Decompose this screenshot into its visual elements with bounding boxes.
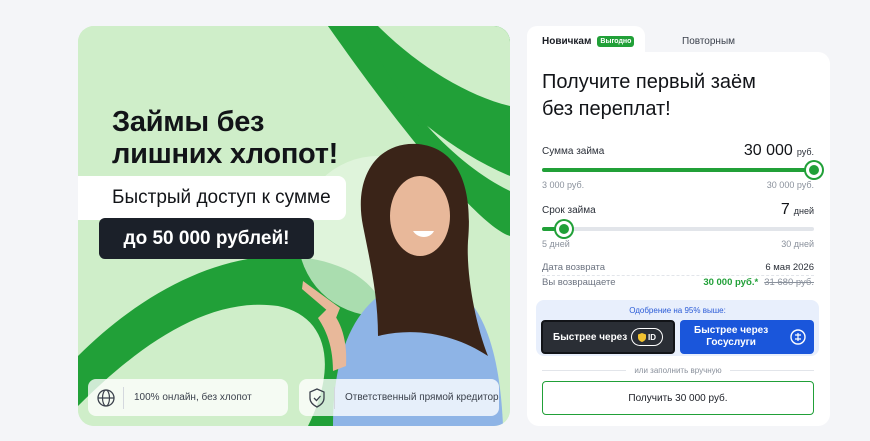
- form-title: Получите первый заём без переплат!: [542, 71, 756, 120]
- feature-online-text: 100% онлайн, без хлопот: [134, 392, 252, 403]
- tab-newcomers-label: Новичкам: [542, 35, 592, 47]
- submit-button[interactable]: Получить 30 000 руб.: [542, 381, 814, 415]
- id-badge: ID: [631, 328, 663, 346]
- feature-creditor-text: Ответственный прямой кредитор: [345, 392, 499, 403]
- return-date-row: Дата возврата 6 мая 2026: [542, 262, 814, 273]
- term-value: 7 дней: [780, 201, 814, 218]
- gosuslugi-caption: Одобрение на 95% выше:: [629, 306, 726, 315]
- id-login-button[interactable]: Быстрее через ID: [541, 320, 675, 354]
- amount-slider-handle[interactable]: [806, 162, 822, 178]
- repay-row: Вы возвращаете 30 000 руб.* 31 680 руб.: [542, 277, 814, 288]
- banner-headline: Займы без лишних хлопот!: [112, 106, 339, 170]
- return-date-label: Дата возврата: [542, 262, 606, 273]
- repay-values: 30 000 руб.* 31 680 руб.: [703, 277, 814, 288]
- amount-slider-fill: [542, 168, 814, 172]
- globe-icon: [88, 386, 124, 409]
- term-min: 5 дней: [542, 239, 570, 249]
- return-date-value: 6 мая 2026: [765, 262, 814, 273]
- amount-slider[interactable]: [542, 162, 822, 178]
- amount-label: Сумма займа: [542, 146, 605, 157]
- term-label: Срок займа: [542, 205, 596, 216]
- banner-subtitle: Быстрый доступ к сумме: [78, 176, 346, 220]
- promo-banner: Займы без лишних хлопот! Быстрый доступ …: [78, 26, 510, 426]
- loan-form: Получите первый заём без переплат! Сумма…: [527, 52, 830, 426]
- gosuslugi-box: Одобрение на 95% выше: Быстрее через ID …: [536, 300, 819, 356]
- amount-min: 3 000 руб.: [542, 180, 585, 190]
- amount-max: 30 000 руб.: [766, 180, 814, 190]
- gosuslugi-icon: [790, 329, 806, 345]
- or-separator: или заполнить вручную: [542, 366, 815, 375]
- gosuslugi-button-label: Быстрее через Госуслуги: [694, 325, 769, 348]
- term-max: 30 дней: [781, 239, 814, 249]
- feature-creditor: Ответственный прямой кредитор: [299, 379, 499, 416]
- tab-badge: Выгодно: [597, 35, 635, 47]
- repay-value: 30 000 руб.*: [703, 277, 759, 288]
- feature-online: 100% онлайн, без хлопот: [88, 379, 288, 416]
- id-button-label: Быстрее через: [553, 331, 628, 343]
- banner-highlight: до 50 000 рублей!: [99, 218, 314, 259]
- repay-old-value: 31 680 руб.: [764, 277, 814, 288]
- divider: [542, 275, 814, 276]
- id-shield-icon: [638, 332, 646, 342]
- term-slider-handle[interactable]: [555, 221, 572, 237]
- repay-label: Вы возвращаете: [542, 277, 616, 288]
- or-text: или заполнить вручную: [634, 366, 722, 375]
- amount-value: 30 000 руб.: [743, 142, 814, 159]
- shield-check-icon: [299, 386, 335, 409]
- gosuslugi-button[interactable]: Быстрее через Госуслуги: [680, 320, 814, 354]
- term-slider[interactable]: [542, 221, 814, 237]
